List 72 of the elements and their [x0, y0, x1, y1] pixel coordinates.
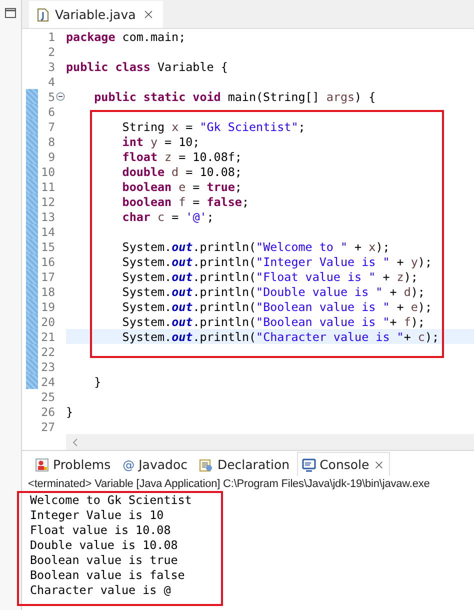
at-icon: @ [122, 458, 135, 472]
console-output-line: Float value is 10.08 [29, 523, 172, 538]
console-output-line: Boolean value is true [29, 553, 179, 568]
tab-label: Console [320, 457, 370, 472]
code-line: public static void main(String[] args) { [93, 90, 376, 104]
line-number: 20 [40, 314, 55, 328]
code-line: boolean e = true; [121, 180, 242, 194]
line-number: 25 [40, 390, 55, 404]
line-number: 4 [47, 74, 55, 88]
code-line: System.out.println("Boolean value is "+ f); [121, 314, 425, 328]
code-line: } [93, 374, 102, 388]
line-number: 2 [47, 44, 55, 58]
line-number: 14 [40, 224, 55, 238]
line-number: 12 [40, 194, 55, 208]
console-output-line: Character value is @ [29, 583, 172, 598]
console-output-line: Welcome to Gk Scientist [29, 493, 193, 508]
code-line: System.out.println("Float value is " + z); [121, 270, 418, 284]
code-line: float z = 10.08f; [121, 150, 242, 164]
code-line: System.out.println("Boolean value is " + e); [121, 300, 432, 314]
restore-window-icon[interactable] [5, 8, 16, 18]
problems-icon [35, 458, 49, 472]
horizontal-scrollbar[interactable] [66, 434, 474, 450]
tab-label: Declaration [217, 457, 290, 472]
collapse-icon[interactable] [56, 92, 65, 101]
view-tab[interactable]: Console [296, 452, 390, 476]
console-output-line: Double value is 10.08 [29, 538, 179, 553]
code-line: public class Variable { [66, 60, 228, 74]
line-number: 6 [47, 104, 55, 118]
line-number: 24 [40, 374, 55, 388]
line-number: 7 [47, 120, 55, 134]
code-line: System.out.println("Integer Value is " + y); [121, 254, 432, 268]
code-line: int y = 10; [121, 134, 200, 148]
code-line: boolean f = false; [121, 194, 249, 208]
console-status: <terminated> Variable [Java Application] C:\Program Files\Java\jdk-19\bin\javaw.exe [27, 477, 431, 492]
line-number: 27 [40, 420, 55, 434]
line-number: 16 [40, 254, 55, 268]
editor-tab[interactable]: Variable.java [29, 1, 163, 28]
code-line: String x = "Gk Scientist"; [121, 120, 306, 134]
view-tab[interactable]: @ Javadoc [118, 452, 192, 476]
line-number: 21 [40, 330, 55, 344]
line-number: 18 [40, 284, 55, 298]
line-number: 10 [40, 164, 55, 178]
tab-label: Variable.java [55, 7, 136, 22]
line-number: 5 [47, 90, 55, 104]
java-file-icon [37, 8, 49, 22]
code-line: char c = '@'; [121, 210, 214, 224]
view-tab[interactable]: Problems [30, 452, 116, 476]
line-number: 1 [47, 30, 55, 44]
code-line: System.out.println("Welcome to " + x); [121, 240, 390, 254]
line-number: 13 [40, 210, 55, 224]
code-line: double d = 10.08; [121, 164, 242, 178]
line-number: 22 [40, 344, 55, 358]
console-output-line: Integer Value is 10 [29, 508, 165, 523]
line-number: 11 [40, 180, 55, 194]
declaration-icon [199, 458, 214, 472]
line-number: 17 [40, 270, 55, 284]
view-tab[interactable]: Declaration [194, 452, 295, 476]
code-line: package com.main; [66, 30, 186, 44]
code-line: System.out.println("Double value is " + d); [121, 284, 425, 298]
line-number: 8 [47, 134, 55, 148]
tab-label: Problems [53, 457, 111, 472]
code-line: } [66, 404, 74, 418]
line-number: 9 [47, 150, 55, 164]
console-output-line: Boolean value is false [29, 568, 186, 583]
line-number: 15 [40, 240, 55, 254]
tab-label: Javadoc [138, 457, 188, 472]
line-number: 3 [47, 60, 55, 74]
code-line: System.out.println("Character value is "+ c); [121, 330, 440, 344]
line-number: 26 [40, 404, 55, 418]
line-number: 23 [40, 360, 55, 374]
line-number: 19 [40, 300, 55, 314]
monitor-icon [302, 458, 316, 472]
